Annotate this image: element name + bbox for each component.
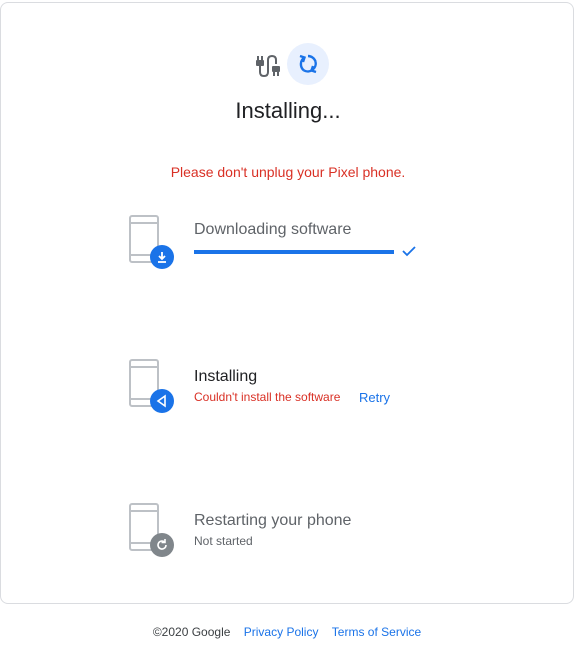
footer: ©2020 Google Privacy Policy Terms of Ser… (0, 625, 574, 639)
restart-icon (150, 533, 174, 557)
retry-button[interactable]: Retry (359, 390, 390, 405)
check-icon (401, 243, 417, 264)
copyright: ©2020 Google (152, 625, 231, 639)
error-message: Couldn't install the software (194, 390, 341, 404)
sync-icon (287, 43, 329, 85)
step-downloading: Downloading software (127, 215, 447, 285)
step-title: Installing (194, 368, 258, 385)
install-card: Installing... Please don't unplug your P… (0, 2, 574, 604)
cable-icon (253, 52, 281, 80)
privacy-policy-link[interactable]: Privacy Policy (244, 625, 319, 639)
status-icons (1, 43, 575, 87)
download-progress-bar (194, 250, 394, 254)
install-icon (150, 389, 174, 413)
page-title: Installing... (235, 98, 341, 123)
step-title: Downloading software (194, 221, 352, 238)
unplug-warning: Please don't unplug your Pixel phone. (170, 164, 406, 180)
step-status: Not started (194, 534, 253, 548)
terms-of-service-link[interactable]: Terms of Service (332, 625, 421, 639)
download-progress-fill (194, 250, 394, 254)
download-icon (150, 245, 174, 269)
step-installing: Installing Couldn't install the software… (127, 359, 447, 429)
step-restarting: Restarting your phone Not started (127, 503, 447, 573)
step-title: Restarting your phone (194, 512, 352, 529)
